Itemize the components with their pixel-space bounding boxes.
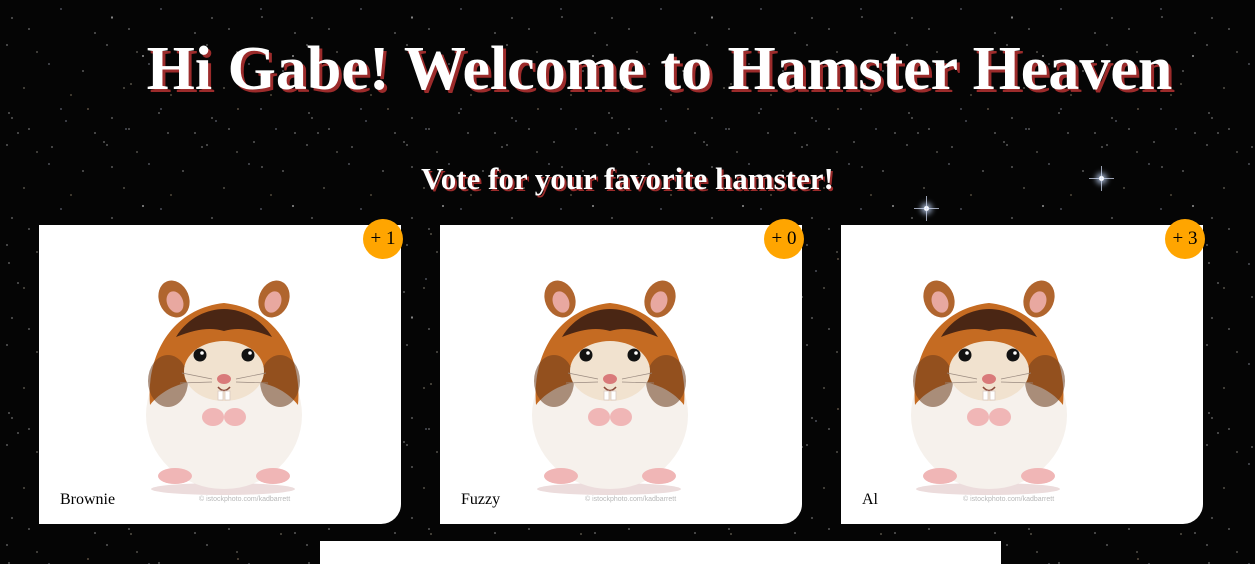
hamster-name: Brownie [60,491,116,508]
hamster-name: Al [862,491,878,508]
hamster-photo [520,277,700,497]
hamster-name: Fuzzy [461,491,501,508]
vote-button[interactable]: + 3 [1165,219,1205,259]
photo-credit: © istockphoto.com/kadbarrett [585,496,677,503]
vote-button[interactable]: + 0 [764,219,804,259]
photo-credit: © istockphoto.com/kadbarrett [199,496,291,503]
hamster-photo [134,277,314,497]
page-subtitle: Vote for your favorite hamster! [421,161,834,196]
sky-star [914,196,939,221]
page-title: Hi Gabe! Welcome to Hamster Heaven [146,35,1173,103]
hamster-card: © istockphoto.com/kadbarrett Brownie + 1 [39,219,403,524]
hamster-photo [899,277,1079,497]
hamster-card: © istockphoto.com/kadbarrett Al + 3 [841,219,1205,524]
bottom-panel [320,541,1001,564]
photo-credit: © istockphoto.com/kadbarrett [963,496,1055,503]
hamster-card: © istockphoto.com/kadbarrett Fuzzy + 0 [440,219,804,524]
vote-button[interactable]: + 1 [363,219,403,259]
